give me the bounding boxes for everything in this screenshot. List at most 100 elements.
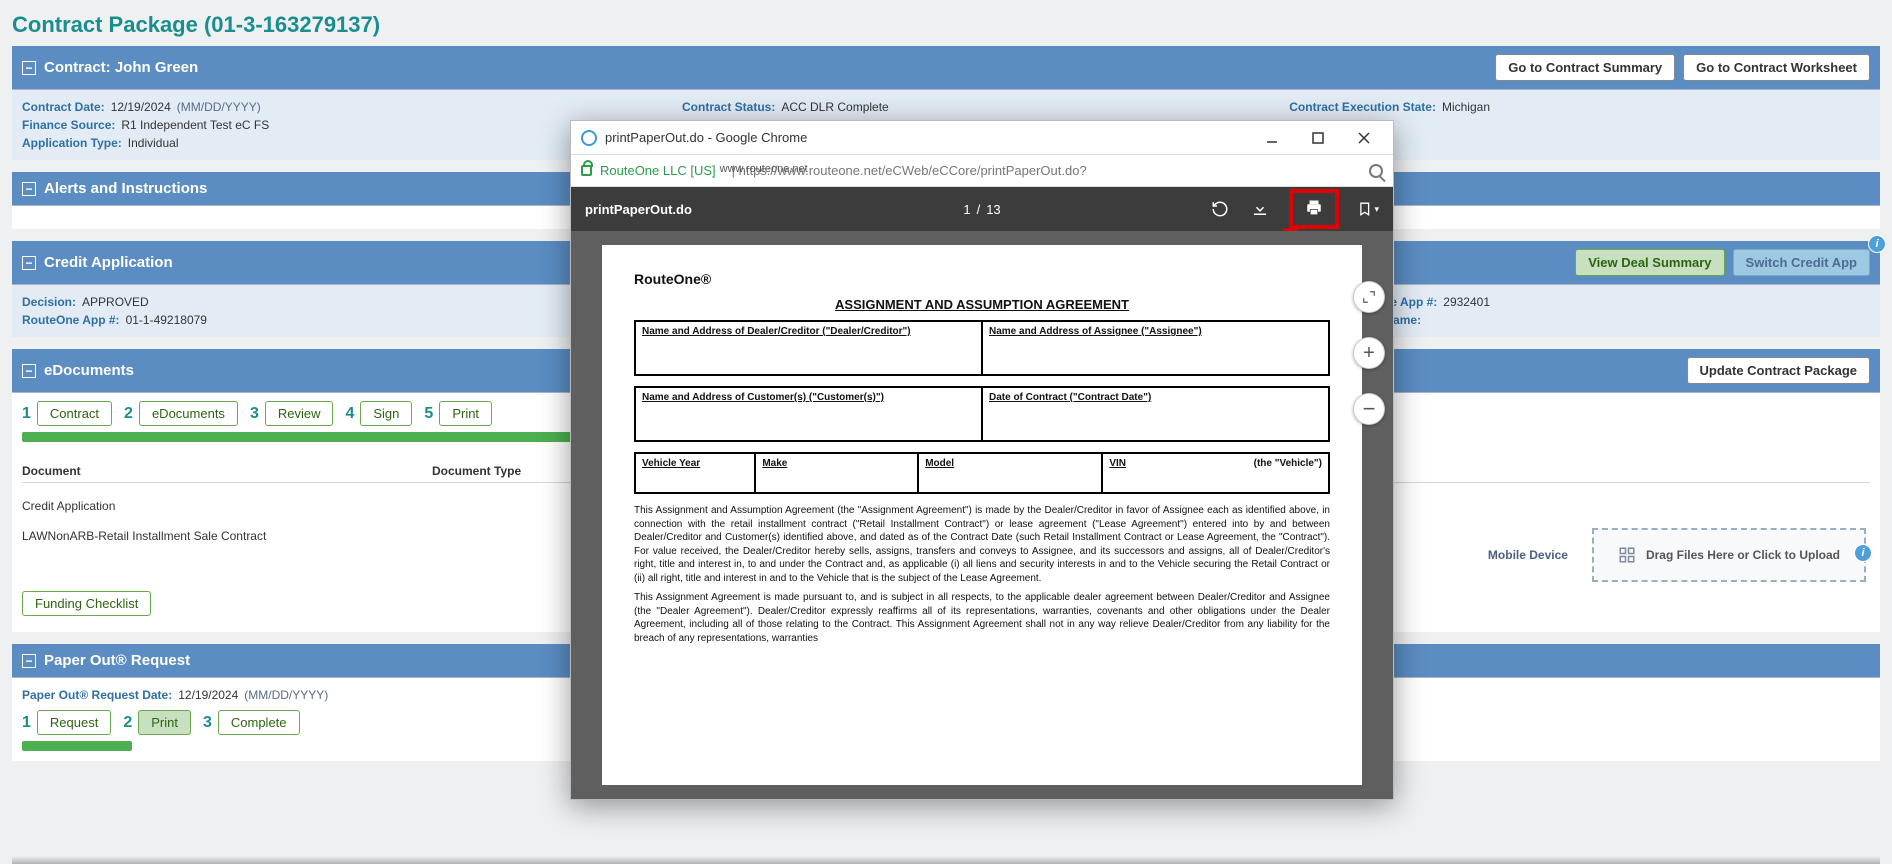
step-review-button[interactable]: Review (265, 401, 334, 426)
col-document: Document (22, 464, 392, 478)
print-popup-window: printPaperOut.do - Google Chrome RouteOn… (570, 120, 1394, 800)
fit-page-icon[interactable] (1353, 281, 1385, 313)
address-overlay: www.routeone.net (720, 163, 808, 175)
info-icon[interactable]: i (1854, 544, 1872, 562)
close-icon (1358, 132, 1370, 144)
pdf-page: RouteOne® ASSIGNMENT AND ASSUMPTION AGRE… (602, 245, 1362, 785)
step-print-button[interactable]: Print (138, 710, 191, 735)
window-title: printPaperOut.do - Google Chrome (605, 130, 807, 145)
paragraph: This Assignment and Assumption Agreement… (634, 504, 1330, 585)
brand-logo-text: RouteOne® (634, 271, 1330, 287)
page-current: 1 (963, 202, 970, 217)
upload-icon (1618, 546, 1636, 564)
bookmark-icon[interactable]: ▾ (1357, 198, 1379, 220)
step-number: 1 (22, 714, 31, 732)
step-request-button[interactable]: Request (37, 710, 111, 735)
collapse-icon[interactable]: − (22, 654, 36, 668)
footer-shadow (12, 856, 1880, 864)
contract-header-title: Contract: John Green (44, 59, 198, 76)
finance-source-label: Finance Source: (22, 118, 115, 132)
contract-date-format: (MM/DD/YYYY) (177, 100, 261, 114)
decision-label: Decision: (22, 295, 76, 309)
info-icon[interactable]: i (1868, 235, 1886, 253)
download-icon[interactable] (1249, 198, 1271, 220)
paperout-title: Paper Out® Request (44, 652, 190, 669)
go-to-contract-worksheet-button[interactable]: Go to Contract Worksheet (1683, 54, 1870, 81)
document-title: ASSIGNMENT AND ASSUMPTION AGREEMENT (634, 297, 1330, 312)
maximize-button[interactable] (1295, 123, 1341, 153)
file-drop-zone[interactable]: Drag Files Here or Click to Upload i (1592, 528, 1866, 582)
decision-value: APPROVED (82, 295, 149, 309)
close-button[interactable] (1341, 123, 1387, 153)
step-contract-button[interactable]: Contract (37, 401, 112, 426)
routeone-app-label: RouteOne App #: (22, 313, 120, 327)
collapse-icon[interactable]: − (22, 364, 36, 378)
customer-cell: Name and Address of Customer(s) ("Custom… (634, 386, 983, 442)
step-print-button[interactable]: Print (439, 401, 492, 426)
dealer-creditor-cell: Name and Address of Dealer/Creditor ("De… (634, 320, 983, 376)
paperout-date-value: 12/19/2024 (178, 688, 238, 702)
contract-date-label: Contract Date: (22, 100, 105, 114)
step-number: 3 (250, 405, 259, 423)
step-number: 4 (345, 405, 354, 423)
paperout-date-label: Paper Out® Request Date: (22, 688, 172, 702)
search-icon[interactable] (1369, 164, 1383, 178)
funding-checklist-button[interactable]: Funding Checklist (22, 591, 151, 616)
vehicle-year-cell: Vehicle Year (634, 452, 756, 494)
step-edocuments-button[interactable]: eDocuments (139, 401, 238, 426)
step-complete-button[interactable]: Complete (218, 710, 300, 735)
execution-state-label: Contract Execution State: (1289, 100, 1436, 114)
pdf-file-title: printPaperOut.do (585, 202, 692, 217)
minimize-button[interactable] (1249, 123, 1295, 153)
collapse-icon[interactable]: − (22, 182, 36, 196)
zoom-out-icon[interactable]: − (1353, 393, 1385, 425)
assignee-cell: Name and Address of Assignee ("Assignee"… (983, 320, 1330, 376)
globe-icon (581, 130, 597, 146)
collapse-icon[interactable]: − (22, 256, 36, 270)
edocuments-title: eDocuments (44, 362, 134, 379)
step-number: 2 (123, 714, 132, 732)
update-contract-package-button[interactable]: Update Contract Package (1687, 357, 1871, 384)
credit-app-title: Credit Application (44, 254, 173, 271)
lock-icon (581, 165, 592, 176)
finance-source-value: R1 Independent Test eC FS (121, 118, 269, 132)
alerts-header-title: Alerts and Instructions (44, 180, 207, 197)
vin-cell: VIN (the "Vehicle") (1103, 452, 1330, 494)
rotate-icon[interactable] (1209, 198, 1231, 220)
page-sep: / (977, 202, 981, 217)
model-cell: Model (919, 452, 1103, 494)
step-number: 2 (124, 405, 133, 423)
zoom-in-icon[interactable]: + (1353, 337, 1385, 369)
print-icon[interactable] (1303, 197, 1325, 219)
view-deal-summary-button[interactable]: View Deal Summary (1575, 249, 1724, 276)
drop-zone-label: Drag Files Here or Click to Upload (1646, 548, 1840, 562)
application-type-value: Individual (128, 136, 179, 150)
step-sign-button[interactable]: Sign (360, 401, 412, 426)
switch-credit-app-button[interactable]: Switch Credit App (1733, 249, 1870, 276)
routeone-app-value: 01-1-49218079 (126, 313, 207, 327)
page-title: Contract Package (01-3-163279137) (12, 12, 1880, 38)
page-total: 13 (986, 202, 1000, 217)
step-number: 3 (203, 714, 212, 732)
edocs-progress (22, 432, 572, 442)
minimize-icon (1266, 132, 1278, 144)
contract-date-value: 12/19/2024 (111, 100, 171, 114)
contract-date-cell: Date of Contract ("Contract Date") (983, 386, 1330, 442)
mobile-device-button[interactable]: Mobile Device (1488, 548, 1568, 562)
address-host: RouteOne LLC [US] (600, 163, 716, 178)
pdf-viewer-toolbar: printPaperOut.do 1 / 13 ▾ (571, 187, 1393, 231)
collapse-icon[interactable]: − (22, 61, 36, 75)
window-titlebar: printPaperOut.do - Google Chrome (571, 121, 1393, 155)
go-to-contract-summary-button[interactable]: Go to Contract Summary (1495, 54, 1675, 81)
application-type-label: Application Type: (22, 136, 122, 150)
col-document-type: Document Type (432, 464, 521, 478)
contract-panel-header: − Contract: John Green Go to Contract Su… (12, 46, 1880, 89)
address-bar[interactable]: RouteOne LLC [US] www.routeone.net | htt… (571, 155, 1393, 187)
source-app-value: 2932401 (1443, 295, 1490, 309)
contract-status-label: Contract Status: (682, 100, 775, 114)
step-number: 1 (22, 405, 31, 423)
paragraph: This Assignment Agreement is made pursua… (634, 591, 1330, 645)
paperout-progress (22, 741, 132, 751)
step-number: 5 (424, 405, 433, 423)
pdf-page-area[interactable]: RouteOne® ASSIGNMENT AND ASSUMPTION AGRE… (571, 231, 1393, 799)
